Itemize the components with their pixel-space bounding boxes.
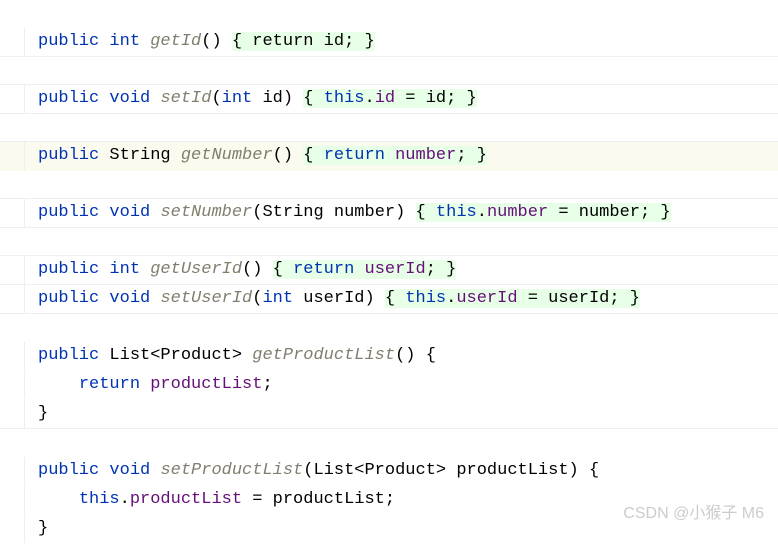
code-line-getnumber[interactable]: public String getNumber() { return numbe… [0, 142, 778, 171]
code-line-brace-close[interactable]: } [0, 400, 778, 429]
code-line-getid[interactable]: public int getId() { return id; } [0, 28, 778, 57]
code-line-setproductlist[interactable]: public void setProductList(List<Product>… [0, 457, 778, 486]
code-line-setnumber[interactable]: public void setNumber(String number) { t… [0, 199, 778, 228]
code-line-getproductlist[interactable]: public List<Product> getProductList() { [0, 342, 778, 371]
code-line-getuserid[interactable]: public int getUserId() { return userId; … [0, 256, 778, 285]
watermark: CSDN @小猴子 M6 [623, 499, 764, 523]
code-line-setid[interactable]: public void setId(int id) { this.id = id… [0, 85, 778, 114]
code-line-return-productlist[interactable]: return productList; [0, 371, 778, 400]
code-line-setuserid[interactable]: public void setUserId(int userId) { this… [0, 285, 778, 314]
